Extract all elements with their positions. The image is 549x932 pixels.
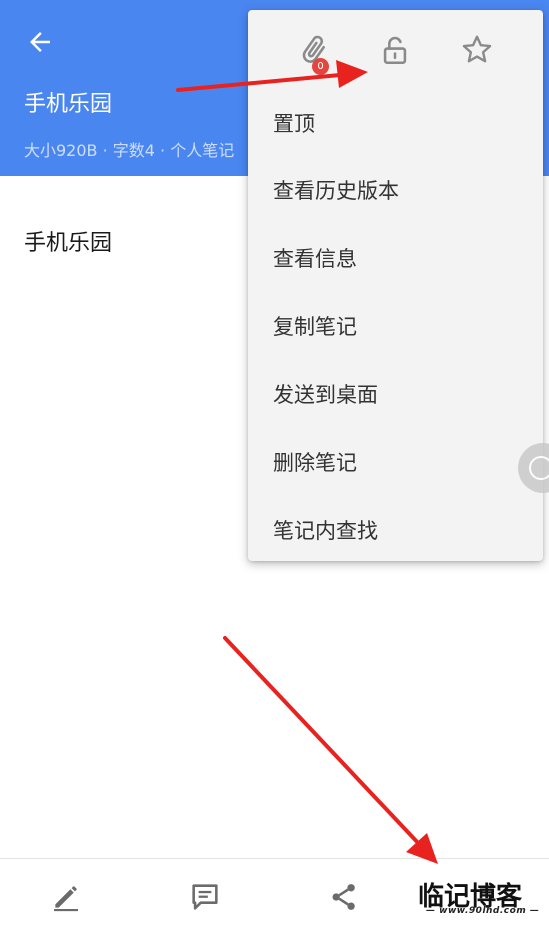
menu-item-history[interactable]: 查看历史版本 [248, 156, 543, 224]
menu-item-copy[interactable]: 复制笔记 [248, 292, 543, 360]
menu-item-find-in-note[interactable]: 笔记内查找 [248, 496, 543, 564]
share-button[interactable] [326, 879, 362, 915]
note-title: 手机乐园 [24, 92, 113, 117]
assistant-icon [529, 456, 549, 480]
note-meta: 大小920B · 字数4 · 个人笔记 [24, 141, 235, 160]
edit-button[interactable] [48, 879, 84, 915]
menu-item-pin[interactable]: 置顶 [248, 89, 543, 157]
annotation-arrow-bottom [223, 636, 438, 864]
favorite-button[interactable] [457, 30, 497, 70]
lock-button[interactable] [375, 30, 415, 70]
attachment-count-badge: 0 [312, 58, 329, 75]
note-body[interactable]: 手机乐园 [24, 225, 112, 257]
watermark-logo: 临记博客 — www.90lhd.com — [418, 876, 544, 924]
menu-icon-row: 0 [248, 10, 543, 90]
menu-item-info[interactable]: 查看信息 [248, 224, 543, 292]
back-arrow-icon [30, 32, 50, 52]
unlock-icon [383, 36, 407, 65]
comment-button[interactable] [187, 879, 223, 915]
star-icon [462, 35, 492, 63]
watermark-url: — www.90lhd.com — [426, 906, 540, 916]
menu-item-send-to-desktop[interactable]: 发送到桌面 [248, 360, 543, 428]
back-button[interactable] [20, 22, 60, 62]
edit-icon [54, 886, 78, 912]
more-options-menu: 0 置顶 查看历史版本 查看信息 复制笔记 发送到桌面 删除笔记 笔记内查找 [248, 10, 543, 561]
comment-icon [192, 884, 218, 910]
menu-item-delete[interactable]: 删除笔记 [248, 428, 543, 496]
share-icon [332, 884, 355, 910]
